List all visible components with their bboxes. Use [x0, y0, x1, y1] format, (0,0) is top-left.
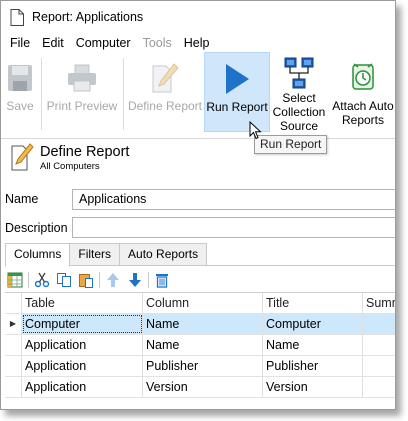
paste-button[interactable] [76, 270, 96, 290]
attach-auto-label-1: Attach Auto [332, 99, 394, 113]
menu-tools[interactable]: Tools [137, 36, 178, 50]
cell-summary[interactable] [363, 377, 395, 397]
alarm-clock-icon [352, 63, 374, 90]
toolbar-separator [28, 272, 29, 288]
paste-icon [79, 274, 93, 288]
trash-icon [156, 274, 168, 288]
menu-edit[interactable]: Edit [36, 36, 70, 50]
tab-columns[interactable]: Columns [5, 243, 71, 267]
run-report-label: Run Report [206, 100, 268, 114]
grid-header-row: Table Column Title Summ [5, 293, 395, 314]
attach-auto-label-2: Reports [341, 113, 385, 127]
print-preview-button[interactable]: Print Preview [45, 52, 119, 132]
columns-grid: Table Column Title Summ ▶ Computer Name … [5, 292, 395, 398]
define-report-title: Define Report [40, 144, 130, 160]
tab-filters[interactable]: Filters [70, 243, 121, 266]
cell-column[interactable]: Name [143, 314, 263, 334]
cell-summary[interactable] [363, 356, 395, 376]
report-window: Report: Applications File Edit Computer … [0, 0, 396, 410]
table-row[interactable]: Application Version Version [5, 377, 395, 398]
menu-bar: File Edit Computer Tools Help [1, 33, 395, 52]
cell-title[interactable]: Version [263, 377, 363, 397]
define-report-subtitle: All Computers [40, 161, 100, 172]
define-report-label: Define Report [127, 99, 203, 113]
grid-toolbar [5, 269, 174, 291]
copy-icon [57, 273, 71, 287]
save-icon [8, 65, 32, 91]
row-selector[interactable] [5, 356, 22, 376]
cell-column[interactable]: Version [143, 377, 263, 397]
ribbon-separator [123, 58, 124, 130]
tab-auto-reports[interactable]: Auto Reports [120, 243, 208, 266]
row-selector[interactable] [5, 335, 22, 355]
print-preview-label: Print Preview [46, 99, 118, 113]
description-field[interactable] [72, 217, 395, 238]
play-icon [226, 64, 249, 94]
cell-title[interactable]: Publisher [263, 356, 363, 376]
cell-column[interactable]: Publisher [143, 356, 263, 376]
select-source-label-1: Select [282, 91, 316, 105]
ribbon-separator [41, 58, 42, 130]
network-icon [284, 57, 314, 89]
table-row[interactable]: ▶ Computer Name Computer [5, 314, 395, 335]
arrow-up-icon [107, 273, 119, 287]
arrow-down-icon [129, 273, 141, 287]
cell-table[interactable]: Application [22, 335, 143, 355]
cell-title[interactable]: Computer [263, 314, 363, 334]
define-report-icon [11, 143, 34, 171]
menu-file[interactable]: File [4, 36, 36, 50]
document-icon [10, 8, 24, 26]
name-label: Name [5, 192, 39, 206]
define-report-header: Define Report All Computers [10, 143, 129, 173]
window-title: Report: Applications [32, 10, 144, 24]
select-collection-source-button[interactable]: Select Collection Source [271, 52, 327, 133]
move-up-button[interactable] [103, 270, 123, 290]
define-report-button[interactable]: Define Report [127, 52, 203, 132]
row-selector[interactable] [5, 377, 22, 397]
row-header-corner [5, 293, 22, 313]
run-report-button[interactable]: Run Report [204, 52, 270, 132]
save-button[interactable]: Save [1, 52, 39, 132]
attach-auto-reports-button[interactable]: Attach Auto Reports [329, 52, 395, 132]
title-bar: Report: Applications [1, 1, 395, 33]
row-selector-arrow-icon[interactable]: ▶ [5, 314, 22, 334]
select-source-label-3: Source [279, 119, 319, 133]
mouse-pointer-icon [249, 121, 262, 140]
cell-table[interactable]: Application [22, 356, 143, 376]
grid-columns-icon [7, 272, 23, 288]
select-source-label-2: Collection [272, 105, 326, 119]
toolbar-separator [99, 272, 100, 288]
move-down-button[interactable] [125, 270, 145, 290]
table-row[interactable]: Application Publisher Publisher [5, 356, 395, 377]
name-field[interactable]: Applications [72, 189, 395, 210]
column-header-title[interactable]: Title [263, 293, 363, 313]
save-label: Save [6, 99, 34, 113]
columns-grid-button[interactable] [5, 270, 25, 290]
printer-icon [68, 64, 96, 92]
cell-column[interactable]: Name [143, 335, 263, 355]
cut-button[interactable] [32, 270, 52, 290]
tab-strip: Columns Filters Auto Reports [5, 243, 208, 267]
cell-summary[interactable] [363, 335, 395, 355]
cell-summary[interactable] [363, 314, 395, 334]
define-report-icon [152, 63, 179, 93]
scissors-icon [34, 272, 50, 288]
menu-computer[interactable]: Computer [70, 36, 137, 50]
cell-title[interactable]: Name [263, 335, 363, 355]
table-row[interactable]: Application Name Name [5, 335, 395, 356]
toolbar-separator [148, 272, 149, 288]
cell-table[interactable]: Application [22, 377, 143, 397]
run-report-tooltip: Run Report [254, 135, 328, 154]
cell-table[interactable]: Computer [22, 314, 143, 334]
menu-help[interactable]: Help [178, 36, 216, 50]
ribbon-toolbar: Save Print Preview Define Report Run Rep… [1, 52, 395, 139]
column-header-table[interactable]: Table [22, 293, 143, 313]
column-header-summary[interactable]: Summ [363, 293, 395, 313]
delete-button[interactable] [152, 270, 172, 290]
description-label: Description [5, 221, 68, 235]
copy-button[interactable] [54, 270, 74, 290]
column-header-column[interactable]: Column [143, 293, 263, 313]
